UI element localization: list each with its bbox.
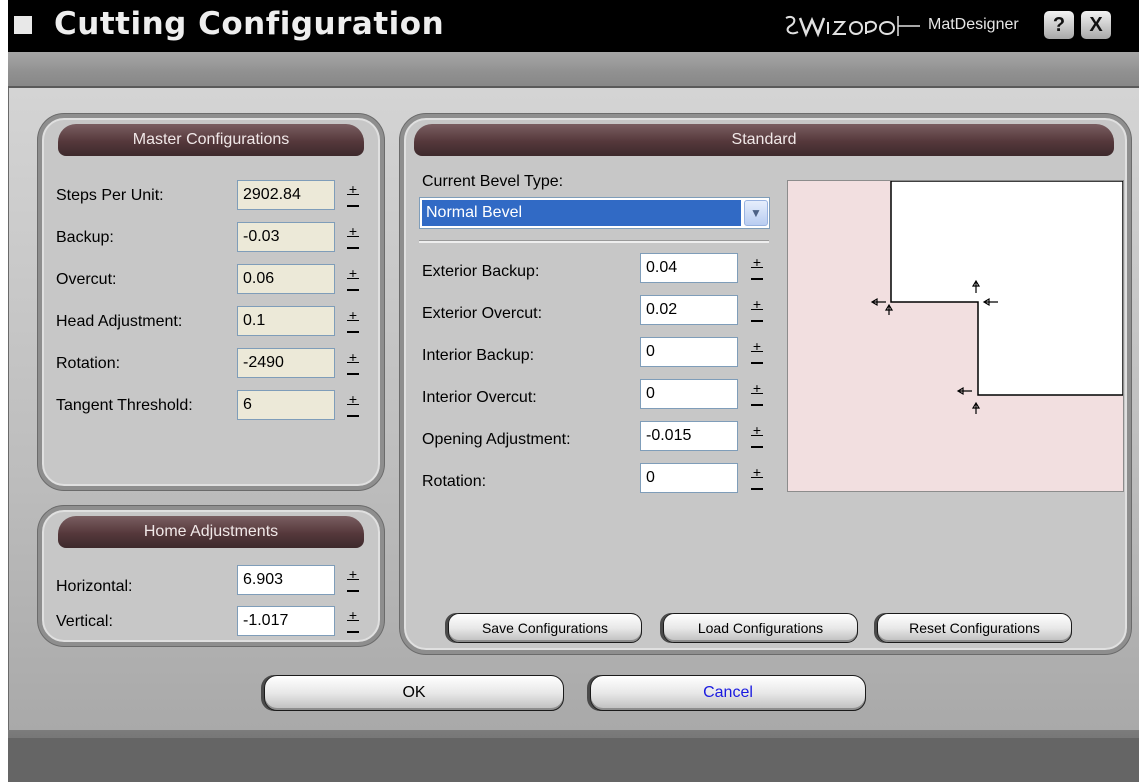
- backup-spinner[interactable]: +: [346, 224, 360, 249]
- status-bar-inner: [8, 738, 1139, 782]
- horizontal-input[interactable]: 6.903: [237, 565, 335, 595]
- steps-per-unit-label: Steps Per Unit:: [56, 187, 164, 204]
- opening-adjustment-spinner[interactable]: +: [750, 423, 764, 448]
- close-button[interactable]: X: [1081, 11, 1111, 39]
- cancel-button[interactable]: Cancel: [590, 675, 866, 711]
- overcut-input[interactable]: 0.06: [237, 264, 335, 294]
- chevron-down-icon[interactable]: ▼: [744, 200, 768, 226]
- head-adjustment-spinner[interactable]: +: [346, 308, 360, 333]
- status-bar: [8, 730, 1139, 782]
- interior-backup-label: Interior Backup:: [422, 347, 535, 364]
- horizontal-spinner[interactable]: +: [346, 567, 360, 592]
- rotation-input[interactable]: -2490: [237, 348, 335, 378]
- interior-overcut-input[interactable]: 0: [640, 379, 738, 409]
- bevel-type-value: Normal Bevel: [422, 200, 741, 226]
- bevel-preview: [787, 180, 1124, 492]
- head-adjustment-input[interactable]: 0.1: [237, 306, 335, 336]
- save-configurations-button[interactable]: Save Configurations: [448, 613, 642, 643]
- backup-input[interactable]: -0.03: [237, 222, 335, 252]
- interior-backup-spinner[interactable]: +: [750, 339, 764, 364]
- home-adjustments-title: Home Adjustments: [58, 516, 364, 548]
- bevel-type-select[interactable]: Normal Bevel ▼: [419, 197, 770, 229]
- interior-overcut-label: Interior Overcut:: [422, 389, 537, 406]
- backup-label: Backup:: [56, 229, 114, 246]
- exterior-overcut-input[interactable]: 0.02: [640, 295, 738, 325]
- bevel-type-label: Current Bevel Type:: [422, 173, 564, 190]
- window-title: Cutting Configuration: [54, 6, 445, 42]
- standard-rotation-input[interactable]: 0: [640, 463, 738, 493]
- steps-per-unit-input[interactable]: 2902.84: [237, 180, 335, 210]
- reset-configurations-button[interactable]: Reset Configurations: [877, 613, 1072, 643]
- tangent-threshold-input[interactable]: 6: [237, 390, 335, 420]
- rotation-label: Rotation:: [56, 355, 121, 372]
- overcut-spinner[interactable]: +: [346, 266, 360, 291]
- load-configurations-button[interactable]: Load Configurations: [663, 613, 858, 643]
- opening-adjustment-input[interactable]: -0.015: [640, 421, 738, 451]
- interior-backup-input[interactable]: 0: [640, 337, 738, 367]
- overcut-label: Overcut:: [56, 271, 117, 288]
- standard-title: Standard: [414, 124, 1114, 156]
- bevel-diagram: [870, 180, 1124, 414]
- help-button[interactable]: ?: [1044, 11, 1074, 39]
- vertical-spinner[interactable]: +: [346, 608, 360, 633]
- ok-button[interactable]: OK: [264, 675, 564, 711]
- wizard-logo: [785, 16, 920, 38]
- tangent-threshold-label: Tangent Threshold:: [56, 397, 193, 414]
- exterior-overcut-spinner[interactable]: +: [750, 297, 764, 322]
- head-adjustment-label: Head Adjustment:: [56, 313, 183, 330]
- window-menu-icon[interactable]: [14, 16, 32, 34]
- standard-rotation-label: Rotation:: [422, 473, 487, 490]
- opening-adjustment-label: Opening Adjustment:: [422, 431, 571, 448]
- tangent-threshold-spinner[interactable]: +: [346, 392, 360, 417]
- exterior-backup-input[interactable]: 0.04: [640, 253, 738, 283]
- exterior-backup-spinner[interactable]: +: [750, 255, 764, 280]
- title-bar: Cutting Configuration MatDesigner ? X: [8, 0, 1139, 52]
- horizontal-label: Horizontal:: [56, 578, 133, 595]
- master-configurations-title: Master Configurations: [58, 124, 364, 156]
- vertical-input[interactable]: -1.017: [237, 606, 335, 636]
- standard-separator: [419, 240, 769, 243]
- vertical-label: Vertical:: [56, 613, 113, 630]
- standard-rotation-spinner[interactable]: +: [750, 465, 764, 490]
- interior-overcut-spinner[interactable]: +: [750, 381, 764, 406]
- brand-name: MatDesigner: [928, 16, 1019, 33]
- exterior-overcut-label: Exterior Overcut:: [422, 305, 543, 322]
- exterior-backup-label: Exterior Backup:: [422, 263, 540, 280]
- rotation-spinner[interactable]: +: [346, 350, 360, 375]
- steps-per-unit-spinner[interactable]: +: [346, 182, 360, 207]
- master-configurations-panel: [38, 114, 384, 490]
